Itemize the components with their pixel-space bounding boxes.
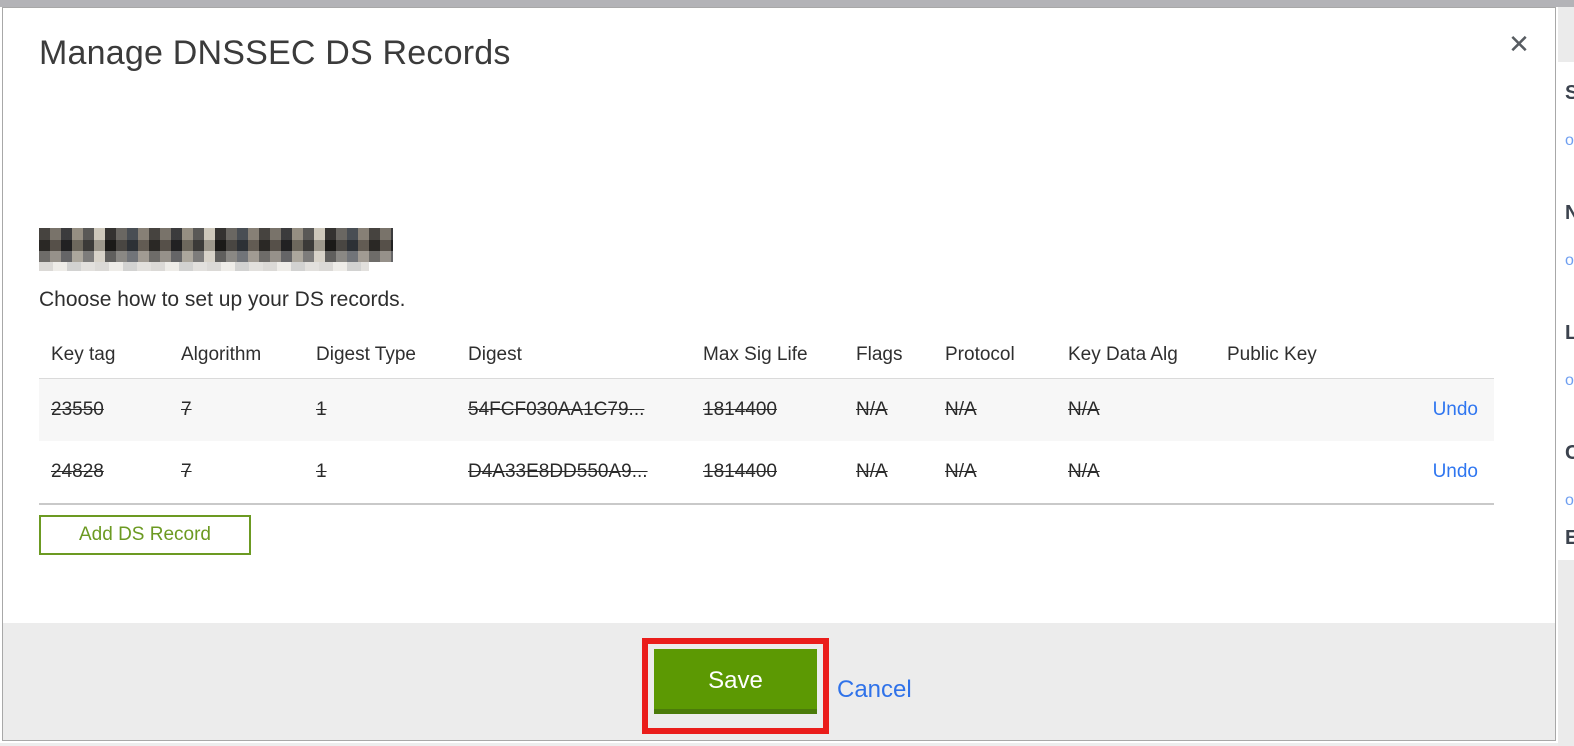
cell-key-tag: 24828 xyxy=(51,461,104,482)
cell-flags: N/A xyxy=(856,461,888,482)
cell-public-key xyxy=(1215,379,1361,442)
edge-letter: C xyxy=(1565,442,1574,464)
cell-digest: 54FCF030AA1C79... xyxy=(468,399,645,420)
col-header-digest: Digest xyxy=(468,343,522,365)
col-header-algorithm: Algorithm xyxy=(181,343,262,365)
edge-letter: N xyxy=(1565,202,1574,224)
redacted-domain-name xyxy=(39,228,393,262)
cell-digest-type: 1 xyxy=(316,399,327,420)
edge-letter: E xyxy=(1565,527,1574,549)
cell-key-tag: 23550 xyxy=(51,399,104,420)
save-button[interactable]: Save xyxy=(654,649,817,714)
background-page-edge: S o N o L o C o E xyxy=(1558,7,1574,746)
background-page-top-strip xyxy=(0,0,1574,7)
col-header-actions xyxy=(1361,331,1494,379)
col-header-key-data-alg: Key Data Alg xyxy=(1068,343,1178,365)
cell-action: Undo xyxy=(1361,379,1494,442)
close-icon[interactable]: ✕ xyxy=(1501,26,1537,62)
edge-letter: o xyxy=(1565,252,1574,269)
save-button-highlight-box: Save xyxy=(642,638,829,734)
cancel-link[interactable]: Cancel xyxy=(837,676,912,704)
cell-max-sig-life: 1814400 xyxy=(703,461,777,482)
cell-digest-type: 1 xyxy=(316,461,327,482)
edge-letter: S xyxy=(1565,82,1574,104)
edge-letter: L xyxy=(1565,322,1574,344)
cell-key-data-alg: N/A xyxy=(1068,399,1100,420)
cell-max-sig-life: 1814400 xyxy=(703,399,777,420)
edge-gray-band xyxy=(1558,560,1574,746)
cell-algorithm: 7 xyxy=(181,461,192,482)
cell-digest: D4A33E8DD550A9... xyxy=(468,461,648,482)
col-header-flags: Flags xyxy=(856,343,903,365)
col-header-public-key: Public Key xyxy=(1227,343,1317,365)
cell-protocol: N/A xyxy=(945,399,977,420)
table-header-row: Key tag Algorithm Digest Type Digest Max… xyxy=(39,331,1494,379)
cell-action: Undo xyxy=(1361,441,1494,504)
cell-algorithm: 7 xyxy=(181,399,192,420)
ds-records-instructions: Choose how to set up your DS records. xyxy=(39,288,406,311)
edge-letter: o xyxy=(1565,372,1574,389)
redacted-domain-blur-edge xyxy=(39,262,369,271)
table-row: 23550 7 1 54FCF030AA1C79... 1814400 N/A … xyxy=(39,378,1494,442)
add-ds-record-button[interactable]: Add DS Record xyxy=(39,515,251,555)
cell-public-key xyxy=(1215,441,1361,504)
table-row: 24828 7 1 D4A33E8DD550A9... 1814400 N/A … xyxy=(39,441,1494,504)
edge-letter: o xyxy=(1565,492,1574,509)
col-header-digest-type: Digest Type xyxy=(316,343,416,365)
undo-link[interactable]: Undo xyxy=(1433,461,1478,482)
cell-protocol: N/A xyxy=(945,461,977,482)
cell-key-data-alg: N/A xyxy=(1068,461,1100,482)
dialog-title: Manage DNSSEC DS Records xyxy=(39,34,511,72)
cell-flags: N/A xyxy=(856,399,888,420)
col-header-protocol: Protocol xyxy=(945,343,1015,365)
edge-letter: o xyxy=(1565,132,1574,149)
edge-gray-band xyxy=(1558,7,1574,62)
undo-link[interactable]: Undo xyxy=(1433,399,1478,420)
col-header-key-tag: Key tag xyxy=(51,343,116,365)
manage-dnssec-ds-records-dialog: Manage DNSSEC DS Records ✕ Choose how to… xyxy=(2,7,1556,741)
col-header-max-sig-life: Max Sig Life xyxy=(703,343,808,365)
dialog-footer: Save Cancel xyxy=(3,623,1555,740)
ds-records-table: Key tag Algorithm Digest Type Digest Max… xyxy=(39,331,1494,505)
